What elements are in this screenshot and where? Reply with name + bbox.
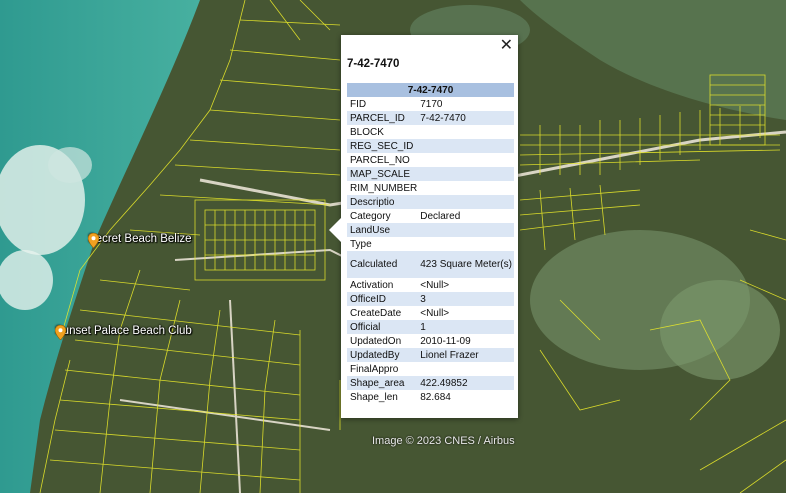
attr-value: 7-42-7470: [417, 111, 514, 125]
attr-value: Declared: [420, 210, 461, 222]
table-row: Official 1: [347, 320, 514, 334]
attr-value: 3: [417, 292, 514, 306]
map-pin-icon: [55, 325, 66, 340]
table-row: Descriptio: [347, 195, 514, 209]
table-row: PARCEL_NO: [347, 153, 514, 167]
attr-value: [417, 362, 514, 376]
place-label: Secret Beach Belize: [88, 233, 192, 245]
attr-key: Shape_len: [350, 391, 398, 403]
table-row: UpdatedBy Lionel Frazer: [347, 348, 514, 362]
table-row: Calculated 423 Square Meter(s): [347, 251, 514, 278]
table-row: UpdatedOn 2010-11-09: [347, 334, 514, 348]
attr-value: [417, 181, 514, 195]
attr-value: 7170: [420, 98, 443, 110]
table-row: FID 7170: [347, 97, 514, 111]
attr-key: LandUse: [347, 223, 418, 237]
table-row: Activation <Null>: [347, 278, 514, 292]
table-row: FinalAppro: [347, 362, 514, 376]
place-secret-beach[interactable]: Secret Beach Belize: [88, 233, 192, 248]
map-pin-icon: [88, 233, 99, 248]
feature-info-popup: ✕ 7-42-7470 7-42-7470 FID 7170 PARCEL_ID 7…: [329, 35, 518, 418]
attr-value: 1: [417, 320, 514, 334]
table-row: Shape_len 82.684: [347, 390, 514, 404]
attr-key: CreateDate: [350, 307, 402, 319]
table-row: MAP_SCALE: [347, 167, 514, 181]
table-header: 7-42-7470: [347, 83, 514, 97]
attr-key: BLOCK: [350, 126, 384, 138]
attr-key: UpdatedOn: [350, 335, 402, 347]
table-row: CreateDate <Null>: [347, 306, 514, 320]
attr-key: REG_SEC_ID: [347, 139, 418, 153]
table-row: LandUse: [347, 223, 514, 237]
attr-value: [417, 195, 514, 209]
table-row: REG_SEC_ID: [347, 139, 514, 153]
attr-value: [417, 223, 514, 237]
attr-value: 423 Square Meter(s): [417, 251, 514, 278]
popup-title: 7-42-7470: [347, 58, 400, 70]
attr-value: [417, 153, 514, 167]
attr-value: <Null>: [420, 279, 450, 291]
attr-key: MAP_SCALE: [347, 167, 418, 181]
attr-value: <Null>: [420, 307, 450, 319]
place-sunset-palace[interactable]: Sunset Palace Beach Club: [55, 325, 192, 340]
table-row: RIM_NUMBER: [347, 181, 514, 195]
attr-key: Category: [350, 210, 391, 222]
place-label: Sunset Palace Beach Club: [55, 325, 192, 337]
attr-value: [417, 237, 514, 251]
attr-key: Type: [350, 238, 372, 250]
attribute-table: 7-42-7470 FID 7170 PARCEL_ID 7-42-7470 BLO…: [347, 83, 514, 404]
attr-key: UpdatedBy: [347, 348, 418, 362]
attr-key: PARCEL_ID: [347, 111, 418, 125]
attr-value: Lionel Frazer: [417, 348, 514, 362]
attr-key: Calculated: [347, 251, 418, 278]
imagery-attribution: Image © 2023 CNES / Airbus: [372, 435, 515, 447]
attr-key: PARCEL_NO: [350, 154, 410, 166]
popup-pointer: [329, 218, 341, 242]
table-row: Shape_area 422.49852: [347, 376, 514, 390]
attr-value: 82.684: [420, 391, 451, 403]
table-row: OfficeID 3: [347, 292, 514, 306]
attr-value: 422.49852: [417, 376, 514, 390]
attr-value: [417, 167, 514, 181]
attr-key: OfficeID: [347, 292, 418, 306]
table-row: Category Declared: [347, 209, 514, 223]
table-row: PARCEL_ID 7-42-7470: [347, 111, 514, 125]
attr-key: Descriptio: [347, 195, 418, 209]
attr-key: RIM_NUMBER: [350, 182, 418, 194]
attr-key: Shape_area: [347, 376, 418, 390]
attr-value: [417, 139, 514, 153]
attr-key: FinalAppro: [350, 363, 399, 375]
close-icon[interactable]: ✕: [500, 37, 513, 55]
attr-value: [417, 125, 514, 139]
attr-key: FID: [350, 98, 367, 110]
attr-key: Official: [347, 320, 418, 334]
attr-key: Activation: [350, 279, 394, 291]
attr-value: 2010-11-09: [420, 335, 471, 347]
table-row: Type: [347, 237, 514, 251]
table-row: BLOCK: [347, 125, 514, 139]
